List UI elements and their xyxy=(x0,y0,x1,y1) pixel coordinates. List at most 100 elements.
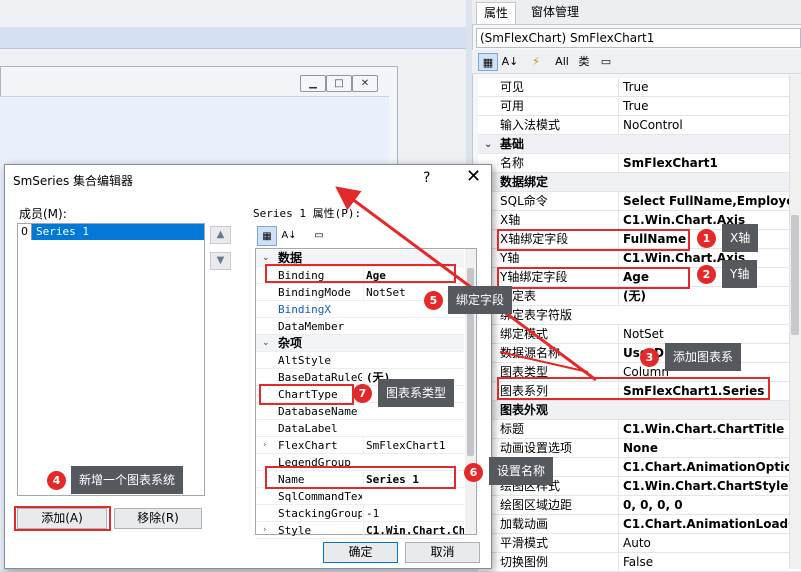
annotation-callout: 图表系类型 xyxy=(378,379,455,407)
property-name: 可见 xyxy=(500,80,525,94)
expand-icon[interactable]: › xyxy=(262,522,267,539)
property-row[interactable]: 可见 True xyxy=(478,78,801,97)
property-row[interactable]: 动画设置选项 None xyxy=(478,439,801,458)
close-icon[interactable]: ✕ xyxy=(352,75,378,92)
tab-form-manager[interactable]: 窗体管理 xyxy=(524,2,586,24)
grid-property-name: 杂项 xyxy=(278,336,303,350)
property-row[interactable]: 输入法模式 NoControl xyxy=(478,116,801,135)
property-row[interactable]: SQL命令 Select FullName,EmployeeII xyxy=(478,192,801,211)
property-value[interactable]: True xyxy=(618,97,801,116)
property-name: 绘图区域边距 xyxy=(500,498,573,512)
property-value[interactable]: Select FullName,EmployeeII xyxy=(618,192,801,211)
ok-button[interactable]: 确定 xyxy=(323,542,398,563)
property-name: Y轴 xyxy=(500,251,520,265)
highlight-name xyxy=(265,466,456,489)
annotation-callout: X轴 xyxy=(722,224,759,252)
property-name: 平滑模式 xyxy=(500,536,549,550)
dialog-categorized-icon[interactable]: ▦ xyxy=(257,226,277,246)
collapse-icon[interactable]: ⌄ xyxy=(484,135,492,154)
property-row[interactable]: 绑定模式 NotSet xyxy=(478,325,801,344)
grid-property-value[interactable]: -1 xyxy=(363,505,464,522)
events-icon[interactable]: ⚡ xyxy=(528,53,544,71)
property-row[interactable]: 切换图例 False xyxy=(478,553,801,572)
grid-row[interactable]: AltStyle xyxy=(256,352,464,369)
member-name[interactable]: Series 1 xyxy=(36,224,89,240)
grid-property-name: DataLabel xyxy=(278,422,338,435)
move-down-button[interactable]: ▼ xyxy=(210,252,231,270)
pages-icon[interactable]: ▭ xyxy=(598,53,614,71)
property-row[interactable]: 绑定表 (无) xyxy=(478,287,801,306)
properties-toolbar xyxy=(472,50,801,74)
property-value[interactable]: (无) xyxy=(618,287,801,306)
class-view-button[interactable]: 类 xyxy=(576,53,592,71)
minimize-icon[interactable]: ▁ xyxy=(300,75,326,92)
grid-row[interactable]: DataMember xyxy=(256,318,464,335)
highlight-add-button xyxy=(14,506,111,531)
grid-property-value[interactable]: SmFlexChart1 xyxy=(363,437,464,454)
property-grid-scroll-thumb[interactable] xyxy=(791,215,799,335)
property-category[interactable]: ⌄ 基础 xyxy=(478,135,801,154)
property-value[interactable]: C1.Win.Chart.Axis xyxy=(618,211,801,230)
property-value[interactable]: NoControl xyxy=(618,116,801,135)
property-value[interactable]: C1.Chart.AnimationLoadOpt xyxy=(618,515,801,534)
cancel-button[interactable]: 取消 xyxy=(405,542,480,563)
all-properties-button[interactable]: All xyxy=(552,53,572,71)
panel-tab-strip xyxy=(472,0,801,25)
property-value[interactable]: C1.Win.Chart.ChartTitle xyxy=(618,420,801,439)
dialog-close-icon[interactable]: ✕ xyxy=(466,166,481,187)
maximize-icon[interactable]: □ xyxy=(326,75,352,92)
grid-row[interactable]: SqlCommandTex xyxy=(256,488,464,505)
property-value[interactable]: None xyxy=(618,439,801,458)
grid-property-name: SqlCommandTex xyxy=(278,490,362,503)
move-up-button[interactable]: ▲ xyxy=(210,226,231,244)
grid-row[interactable]: DataLabel xyxy=(256,420,464,437)
property-name: 数据绑定 xyxy=(500,175,549,189)
grid-row[interactable]: › FlexChart SmFlexChart1 xyxy=(256,437,464,454)
highlight-yaxis-field xyxy=(497,267,690,289)
categorized-view-icon[interactable]: ▦ xyxy=(478,53,498,71)
property-value[interactable]: C1.Chart.AnimationOptions xyxy=(618,458,801,477)
collapse-icon[interactable]: ⌄ xyxy=(262,335,270,352)
annotation-badge: 3 xyxy=(640,348,659,367)
property-row[interactable]: 绑定表字符版 xyxy=(478,306,801,325)
expand-icon[interactable]: › xyxy=(262,437,267,454)
property-name: 绑定表字符版 xyxy=(500,308,573,322)
property-value[interactable]: True xyxy=(618,78,801,97)
property-row[interactable]: 平滑模式 Auto xyxy=(478,534,801,553)
property-row[interactable]: 名称 SmFlexChart1 xyxy=(478,154,801,173)
dialog-pages-icon[interactable]: ▭ xyxy=(309,226,329,246)
highlight-chart-series xyxy=(497,377,770,400)
help-icon[interactable]: ? xyxy=(423,170,430,186)
property-value[interactable]: NotSet xyxy=(618,325,801,344)
property-category[interactable]: ⌄图表外观 xyxy=(478,401,801,420)
grid-row[interactable]: StackingGroup -1 xyxy=(256,505,464,522)
dialog-alphabetical-icon[interactable]: A↓ xyxy=(279,226,299,246)
property-row[interactable]: 标题 C1.Win.Chart.ChartTitle xyxy=(478,420,801,439)
members-list[interactable] xyxy=(17,223,205,496)
property-value[interactable]: 0, 0, 0, 0 xyxy=(618,496,801,515)
alphabetical-sort-icon[interactable]: A↓ xyxy=(500,53,520,71)
member-index: 0 xyxy=(18,224,32,240)
grid-category[interactable]: ⌄ 杂项 xyxy=(256,335,464,352)
tab-properties[interactable]: 属性 xyxy=(476,2,517,24)
property-category[interactable]: ⌄数据绑定 xyxy=(478,173,801,192)
grid-property-name: Style xyxy=(278,524,312,537)
property-row[interactable]: 加载动画 C1.Chart.AnimationLoadOpt xyxy=(478,515,801,534)
property-value[interactable]: SmFlexChart1 xyxy=(618,154,801,173)
dialog-title: SmSeries 集合编辑器 xyxy=(13,174,134,188)
property-value[interactable]: Auto xyxy=(618,534,801,553)
grid-row[interactable]: › Style C1.Win.Chart.Ch xyxy=(256,522,464,539)
annotation-badge: 2 xyxy=(697,265,716,284)
designer-tab-strip xyxy=(0,27,466,49)
property-name: 绑定表 xyxy=(500,289,537,303)
remove-button[interactable]: 移除(R) xyxy=(114,508,202,529)
grid-property-value[interactable]: C1.Win.Chart.Ch xyxy=(363,522,464,539)
property-value[interactable]: C1.Win.Chart.ChartStyle xyxy=(618,477,801,496)
property-value[interactable]: False xyxy=(618,553,801,572)
property-row[interactable]: 可用 True xyxy=(478,97,801,116)
property-row[interactable]: 绘图区域边距 0, 0, 0, 0 xyxy=(478,496,801,515)
members-label: 成员(M): xyxy=(19,207,67,221)
object-selector-dropdown[interactable]: (SmFlexChart) SmFlexChart1 xyxy=(476,28,801,48)
annotation-badge: 5 xyxy=(424,291,443,310)
grid-property-name: DatabaseName xyxy=(278,405,358,418)
